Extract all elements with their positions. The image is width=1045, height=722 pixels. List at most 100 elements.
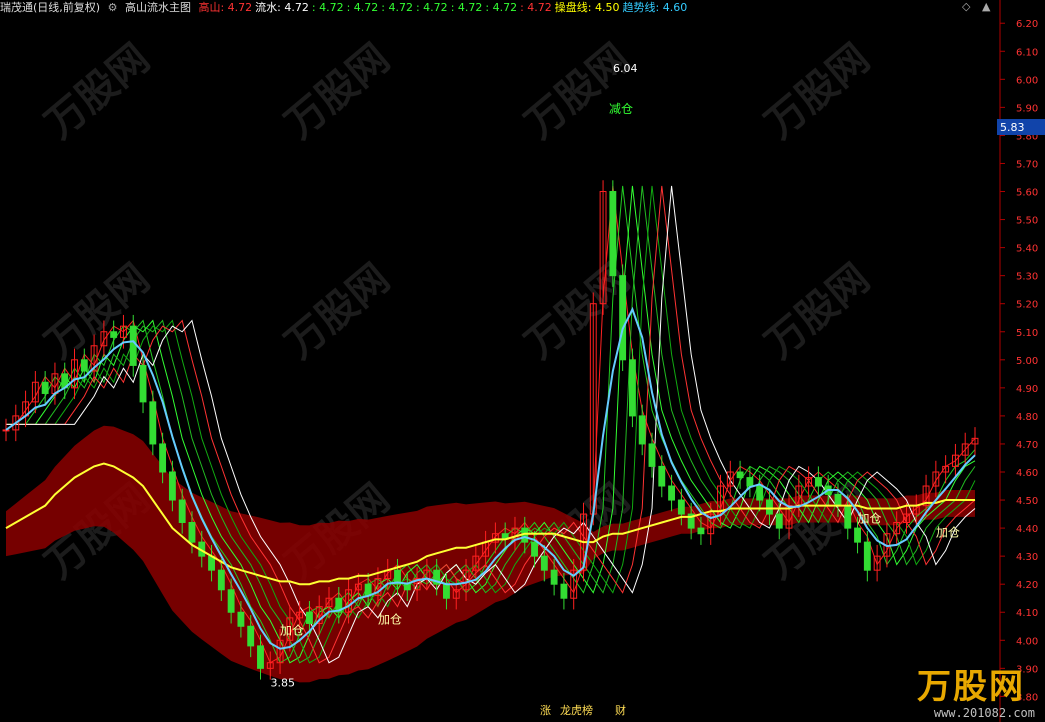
candle-body-83 <box>814 477 822 487</box>
indicator-header: 瑞茂通(日线,前复权) ⚙ 高山流水主图 高山: 4.72 流水: 4.72: 4… <box>0 0 1000 16</box>
axis-label-6: 5.60 <box>1016 188 1038 199</box>
indicator-values: 高山: 4.72 流水: 4.72: 4.72: 4.72: 4.72: 4.72… <box>198 1 690 14</box>
candle-body-16 <box>159 443 167 473</box>
candle-body-79 <box>775 513 783 529</box>
indicator-value-5: : 4.72 <box>415 1 448 14</box>
watermark-logo: 万股网 <box>917 667 1025 707</box>
watermark-text-1-1: 万股网 <box>277 255 398 367</box>
candle-body-69 <box>677 499 685 515</box>
candle-body-85 <box>834 493 842 507</box>
indicator-value-2: : 4.72 <box>311 1 344 14</box>
candle-body-62 <box>609 191 617 277</box>
bottom-tag-0: 涨 <box>540 704 551 717</box>
candle-body-87 <box>854 527 861 543</box>
axis-label-5: 5.70 <box>1016 159 1038 170</box>
add-position-label-2: 加仓 <box>858 511 882 525</box>
watermark-url: www.201082.com <box>933 706 1035 720</box>
watermark-text-0-0: 万股网 <box>37 35 158 147</box>
candle-body-57 <box>560 583 568 599</box>
axis-label-21: 4.10 <box>1016 608 1038 619</box>
current-price-label: 5.83 <box>1000 121 1025 134</box>
candle-body-65 <box>638 415 646 445</box>
candle-body-67 <box>658 465 666 487</box>
bottom-tag-1: 财 <box>615 703 626 717</box>
add-position-label-3: 加仓 <box>936 526 960 540</box>
axis-label-0: 6.20 <box>1016 19 1038 30</box>
indicator-value-10: 趋势线: 4.60 <box>622 1 688 14</box>
candle-body-56 <box>550 569 558 585</box>
diamond-icon[interactable]: ◇ <box>962 0 970 13</box>
candle-body-64 <box>628 359 636 417</box>
axis-label-13: 4.90 <box>1016 384 1038 395</box>
candle-body-24 <box>237 611 245 627</box>
candle-body-23 <box>227 589 235 613</box>
gear-icon[interactable]: ⚙ <box>108 1 118 14</box>
indicator-value-3: : 4.72 <box>346 1 379 14</box>
axis-label-7: 5.50 <box>1016 216 1038 227</box>
indicator-value-0: 高山: 4.72 <box>198 1 253 14</box>
candle-body-45 <box>443 583 450 599</box>
watermark-text-0-3: 万股网 <box>757 35 878 147</box>
indicator-value-9: 操盘线: 4.50 <box>554 1 620 14</box>
candle-body-66 <box>648 443 656 467</box>
axis-label-17: 4.50 <box>1016 496 1038 507</box>
kline-chart[interactable]: 万股网万股网万股网万股网万股网万股网万股网万股网万股网万股网万股网万股网 6.0… <box>0 0 1045 722</box>
price-axis: 6.206.106.005.905.805.705.605.505.405.30… <box>997 0 1045 722</box>
band-layer <box>6 425 975 683</box>
axis-label-3: 5.90 <box>1016 103 1038 114</box>
axis-label-16: 4.60 <box>1016 468 1038 479</box>
stock-name: 瑞茂通(日线,前复权) <box>0 1 101 14</box>
axis-label-20: 4.20 <box>1016 580 1038 591</box>
add-position-label-1: 加仓 <box>378 612 402 626</box>
watermark-text-0-2: 万股网 <box>517 35 638 147</box>
indicator-value-1: 流水: 4.72 <box>255 1 309 14</box>
indicator-value-4: : 4.72 <box>381 1 413 14</box>
candle-body-13 <box>129 325 137 366</box>
candle-body-8 <box>80 359 88 372</box>
candle-body-55 <box>540 555 548 571</box>
candle-body-37 <box>364 583 372 596</box>
candle-body-18 <box>178 499 186 523</box>
candle-body-68 <box>668 485 676 501</box>
watermark-text-1-3: 万股网 <box>757 255 878 367</box>
candle-body-15 <box>149 401 157 445</box>
indicator-name[interactable]: 高山流水主图 <box>125 1 191 14</box>
bottom-tag-2: 龙虎榜 <box>560 703 593 717</box>
axis-label-14: 4.80 <box>1016 412 1038 423</box>
indicator-value-8: : 4.72 <box>520 1 552 14</box>
axis-label-10: 5.20 <box>1016 300 1038 311</box>
candle-body-77 <box>756 485 764 501</box>
expand-icon[interactable]: ▲ <box>982 0 990 13</box>
reduce-position-label: 减仓 <box>609 102 633 116</box>
axis-label-19: 4.30 <box>1016 552 1038 563</box>
candle-body-25 <box>247 625 255 647</box>
axis-label-15: 4.70 <box>1016 440 1038 451</box>
add-position-label-0: 加仓 <box>280 624 304 638</box>
candle-body-31 <box>305 611 313 624</box>
candle-body-22 <box>217 569 225 591</box>
axis-label-22: 4.00 <box>1016 636 1038 647</box>
candle-body-4 <box>41 381 49 394</box>
cloud-band <box>6 425 975 683</box>
axis-label-9: 5.30 <box>1016 272 1038 283</box>
candle-body-19 <box>188 521 196 543</box>
high-price-label: 6.04 <box>613 62 638 75</box>
candle-body-63 <box>619 275 627 361</box>
candle-body-86 <box>844 505 852 529</box>
axis-label-2: 6.00 <box>1016 75 1038 86</box>
axis-label-1: 6.10 <box>1016 47 1038 58</box>
candle-body-71 <box>697 527 705 535</box>
candle-body-0 <box>2 429 10 432</box>
indicator-value-7: : 4.72 <box>485 1 518 14</box>
candle-body-78 <box>766 499 773 515</box>
candle-body-17 <box>168 471 176 501</box>
candle-body-41 <box>403 583 411 591</box>
axis-label-8: 5.40 <box>1016 244 1038 255</box>
axis-label-11: 5.10 <box>1016 328 1038 339</box>
axis-label-12: 5.00 <box>1016 356 1038 367</box>
axis-label-18: 4.40 <box>1016 524 1038 535</box>
candle-body-11 <box>110 331 118 338</box>
candle-body-26 <box>257 645 264 669</box>
watermark-text-0-1: 万股网 <box>277 35 398 147</box>
candle-body-88 <box>863 541 871 571</box>
